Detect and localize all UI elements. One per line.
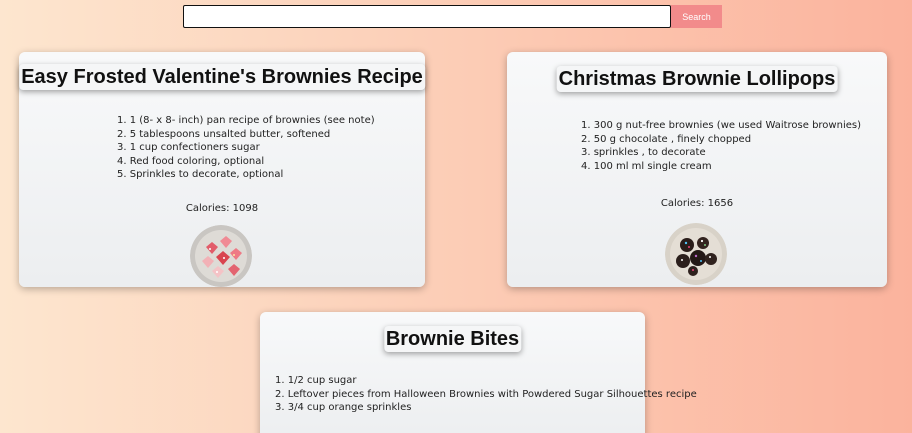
ingredient-item: 3. sprinkles , to decorate	[581, 147, 706, 159]
search-input[interactable]	[183, 5, 671, 28]
recipe-card[interactable]: Christmas Brownie Lollipops 1. 300 g nut…	[507, 52, 887, 287]
ingredient-item: 1. 1/2 cup sugar	[275, 375, 357, 386]
ingredient-item: 2. 5 tablespoons unsalted butter, soften…	[117, 128, 331, 140]
ingredient-list: 1. 300 g nut-free brownies (we used Wait…	[581, 119, 861, 173]
ingredient-list: 1. 1 (8- x 8- inch) pan recipe of browni…	[117, 114, 375, 182]
ingredient-item: 3. 3/4 cup orange sprinkles	[275, 402, 412, 414]
calories-label: Calories: 1098	[185, 203, 259, 214]
recipe-title: Christmas Brownie Lollipops	[556, 66, 838, 92]
ingredient-item: 5. Sprinkles to decorate, optional	[117, 169, 284, 181]
calories-label: Calories: 1656	[660, 198, 734, 209]
recipe-title: Brownie Bites	[383, 326, 522, 352]
ingredient-item: 4. Red food coloring, optional	[117, 155, 265, 167]
recipe-card[interactable]: Brownie Bites 1. 1/2 cup sugar 2. Leftov…	[260, 312, 697, 433]
recipe-image	[665, 223, 727, 285]
ingredient-list: 1. 1/2 cup sugar 2. Leftover pieces from…	[275, 374, 697, 415]
ingredient-item: 2. Leftover pieces from Halloween Browni…	[275, 388, 697, 400]
ingredient-item: 1. 300 g nut-free brownies (we used Wait…	[581, 120, 861, 131]
ingredient-item: 2. 50 g chocolate , finely chopped	[581, 133, 752, 145]
recipe-image	[190, 225, 252, 287]
ingredient-item: 3. 1 cup confectioners sugar	[117, 142, 260, 154]
search-button[interactable]: Search	[671, 5, 722, 28]
recipe-title: Easy Frosted Valentine's Brownies Recipe	[19, 64, 425, 90]
recipe-card[interactable]: Easy Frosted Valentine's Brownies Recipe…	[19, 52, 425, 287]
ingredient-item: 1. 1 (8- x 8- inch) pan recipe of browni…	[117, 115, 375, 126]
ingredient-item: 4. 100 ml ml single cream	[581, 160, 712, 172]
search-bar: Search	[183, 5, 722, 28]
